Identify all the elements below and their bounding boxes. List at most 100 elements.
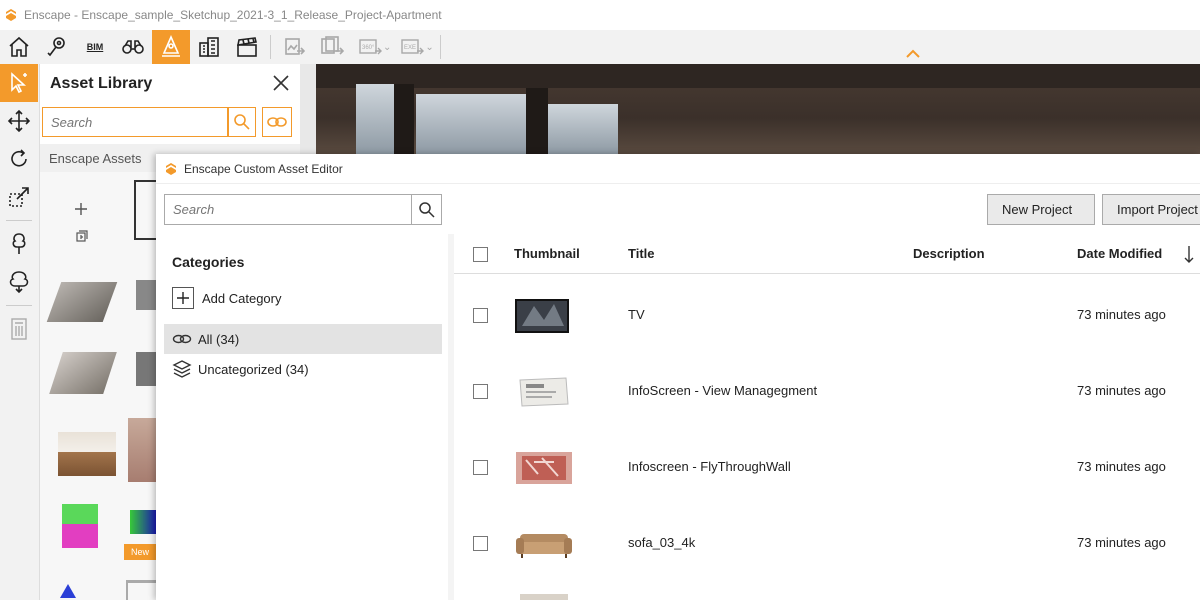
asset-library-button[interactable] [152,30,190,64]
asset-thumbnail-cones[interactable] [60,584,76,598]
table-row[interactable]: sofa_03_4k 73 minutes ago [454,506,1200,582]
window-titlebar: Enscape - Enscape_sample_Sketchup_2021-3… [0,0,1200,30]
asset-thumbnail-item[interactable] [136,352,156,386]
row-checkbox[interactable] [473,384,488,399]
video-editor-button[interactable] [228,30,266,64]
column-thumbnail[interactable]: Thumbnail [514,246,580,261]
vegetation-tool-button[interactable] [0,225,38,263]
add-category-button[interactable]: Add Category [172,286,282,310]
toolbar-divider-end [439,35,441,59]
asset-search-input[interactable] [42,107,228,137]
add-category-box [172,287,194,309]
asset-thumbnail-furniture[interactable] [134,180,156,240]
import-project-button[interactable]: Import Project [1102,194,1200,225]
tool-rail [0,64,40,600]
render-viewport[interactable] [316,64,1200,154]
asset-thumbnail-rug[interactable] [46,282,118,322]
select-all-checkbox[interactable] [473,247,488,262]
move-tool-button[interactable] [0,102,38,140]
row-title: Infoscreen - FlyThroughWall [628,459,791,474]
row-checkbox[interactable] [473,460,488,475]
asset-thumbnail-rug[interactable] [49,352,117,394]
editor-search-button[interactable] [411,194,442,225]
clapperboard-icon [236,37,257,57]
home-button[interactable] [0,30,38,64]
new-project-button[interactable]: New Project [987,194,1095,225]
batch-render-icon [321,36,344,55]
custom-asset-editor-window: Enscape Custom Asset Editor New Project … [156,154,1200,600]
exe-dropdown-icon[interactable]: ⌄ [425,42,433,53]
table-row[interactable]: Infoscreen - FlyThroughWall 73 minutes a… [454,430,1200,506]
category-label: All (34) [198,331,240,347]
row-date: 73 minutes ago [1077,459,1166,474]
binoculars-button[interactable] [114,30,152,64]
asset-thumbnail-cubes[interactable] [62,504,98,548]
row-checkbox[interactable] [473,536,488,551]
asset-thumbnail-item[interactable] [128,418,156,482]
svg-text:360°: 360° [362,45,375,51]
editor-title: Enscape Custom Asset Editor [184,161,343,176]
row-checkbox[interactable] [473,308,488,323]
asset-search-button[interactable] [228,107,256,137]
row-date: 73 minutes ago [1077,535,1166,550]
sort-descending-icon[interactable] [1182,244,1196,264]
select-arrow-icon [11,72,27,94]
asset-thumbnail-item[interactable] [136,280,156,310]
category-label: Uncategorized (34) [198,361,309,377]
asset-thumbnail-table[interactable] [126,580,156,600]
map-pin-icon [47,37,65,57]
category-item-all[interactable]: All (34) [164,324,442,354]
asset-library-icon [162,35,180,57]
select-tool-button[interactable] [0,64,38,102]
asset-thumbnail-item[interactable] [130,510,156,534]
close-icon[interactable] [272,74,290,92]
link-icon [267,117,287,127]
tree-cloud-icon [9,271,29,294]
table-row-partial[interactable] [454,582,1200,600]
bim-button[interactable]: BIM [76,30,114,64]
asset-thumbnail-tv [514,296,574,336]
row-date: 73 minutes ago [1077,383,1166,398]
row-title: TV [628,307,645,322]
plus-icon[interactable] [74,202,88,216]
chevron-up-icon[interactable] [905,48,921,60]
column-description[interactable]: Description [913,246,985,261]
main-toolbar: BIM 360° ⌄ EXE ⌄ [0,30,1200,64]
column-date-modified[interactable]: Date Modified [1077,246,1162,261]
rail-divider [6,305,32,306]
vegetation-scatter-button[interactable] [0,263,38,301]
editor-search-input[interactable] [164,194,412,225]
panorama-dropdown-icon[interactable]: ⌄ [383,42,391,53]
buildings-button[interactable] [190,30,228,64]
enscape-logo-icon [6,9,16,21]
views-button[interactable] [38,30,76,64]
svg-text:EXE: EXE [404,45,416,51]
batch-render-button[interactable] [313,30,351,64]
table-row[interactable]: InfoScreen - View Managegment 73 minutes… [454,354,1200,430]
asset-link-button[interactable] [262,107,292,137]
enscape-logo-icon [166,162,176,175]
tab-enscape-assets[interactable]: Enscape Assets [40,151,151,166]
rail-divider [6,220,32,221]
column-title[interactable]: Title [628,246,655,261]
category-item-uncategorized[interactable]: Uncategorized (34) [164,354,442,384]
toolbar-divider [270,35,271,59]
search-icon [418,201,435,218]
add-copy-icon[interactable] [76,230,88,242]
asset-thumbnail-partial [520,594,568,600]
rotate-tool-button[interactable] [0,140,38,178]
editor-body: Categories Add Category All (34) Uncateg… [156,234,1200,600]
panorama-360-icon: 360° [359,39,382,55]
asset-thumbnail-infoscreen [514,372,574,412]
asset-thumbnail-bed[interactable] [58,432,116,476]
scale-tool-button[interactable] [0,178,38,216]
trash-icon [11,318,27,340]
window-pane [356,84,396,154]
add-category-label: Add Category [202,290,282,306]
delete-tool-button[interactable] [0,310,38,348]
asset-thumbnail-sofa [514,524,574,564]
export-image-button[interactable] [275,30,313,64]
table-row[interactable]: TV 73 minutes ago [454,278,1200,354]
ceiling-beam [316,64,1200,88]
asset-library-header: Asset Library [40,64,300,102]
